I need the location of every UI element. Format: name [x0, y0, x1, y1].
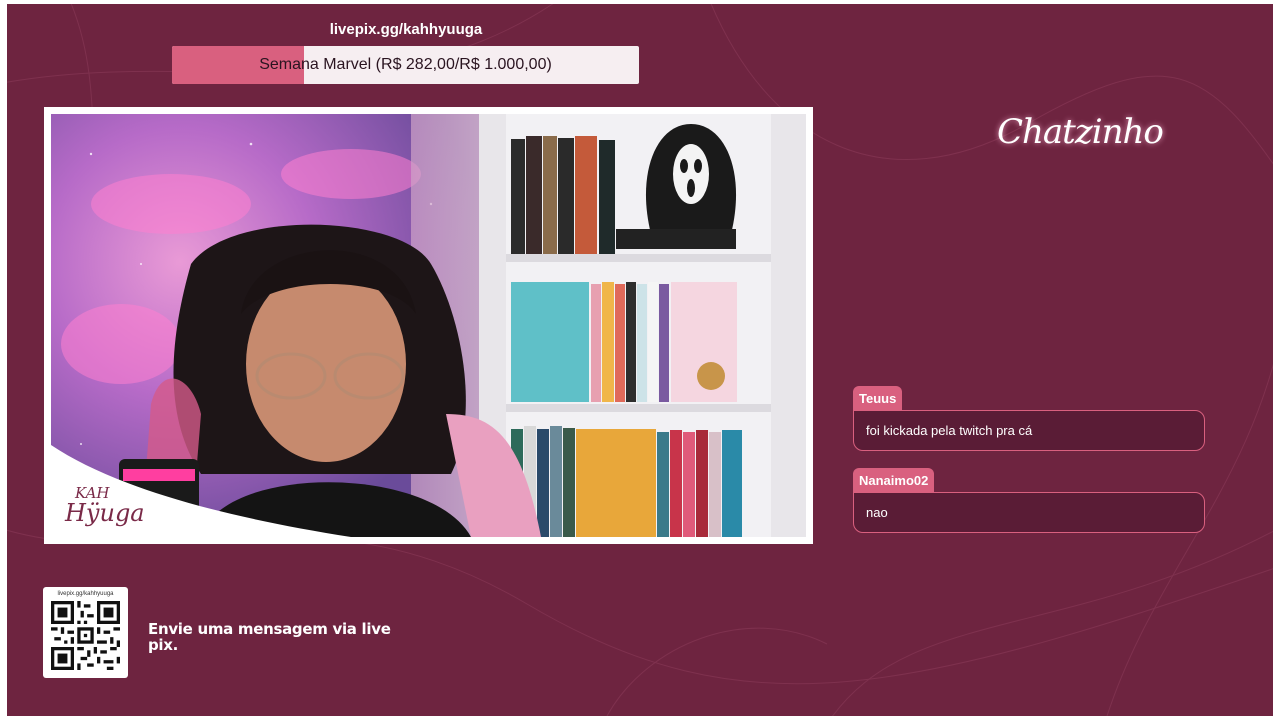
webcam-frame: KAH Hÿuga — [44, 107, 813, 544]
chat-title: Chatzinho — [997, 112, 1164, 152]
chat-message: Teuus foi kickada pela twitch pra cá — [853, 386, 1205, 451]
donation-goal-bar: Semana Marvel (R$ 282,00/R$ 1.000,00) — [172, 46, 639, 84]
qr-call-to-action: Envie uma mensagem via live pix. — [148, 620, 391, 654]
brand-logo-line2: Hÿuga — [65, 499, 145, 527]
qr-url-label: livepix.gg/kahhyuuga — [57, 591, 114, 597]
chat-message-text: nao — [853, 492, 1205, 533]
chat-username: Nanaimo02 — [853, 468, 935, 492]
chat-message: Nanaimo02 nao — [853, 468, 1205, 533]
stream-overlay: livepix.gg/kahhyuuga Semana Marvel (R$ 2… — [7, 4, 1273, 716]
chat-username: Teuus — [853, 386, 903, 410]
livepix-qr-card: livepix.gg/kahhyuuga — [43, 587, 128, 678]
webcam-view: KAH Hÿuga — [51, 114, 806, 537]
brand-logo: KAH Hÿuga — [65, 486, 145, 527]
chat-message-text: foi kickada pela twitch pra cá — [853, 410, 1205, 451]
goal-url: livepix.gg/kahhyuuga — [329, 21, 483, 38]
qr-code — [51, 601, 120, 670]
goal-label: Semana Marvel (R$ 282,00/R$ 1.000,00) — [259, 56, 552, 73]
